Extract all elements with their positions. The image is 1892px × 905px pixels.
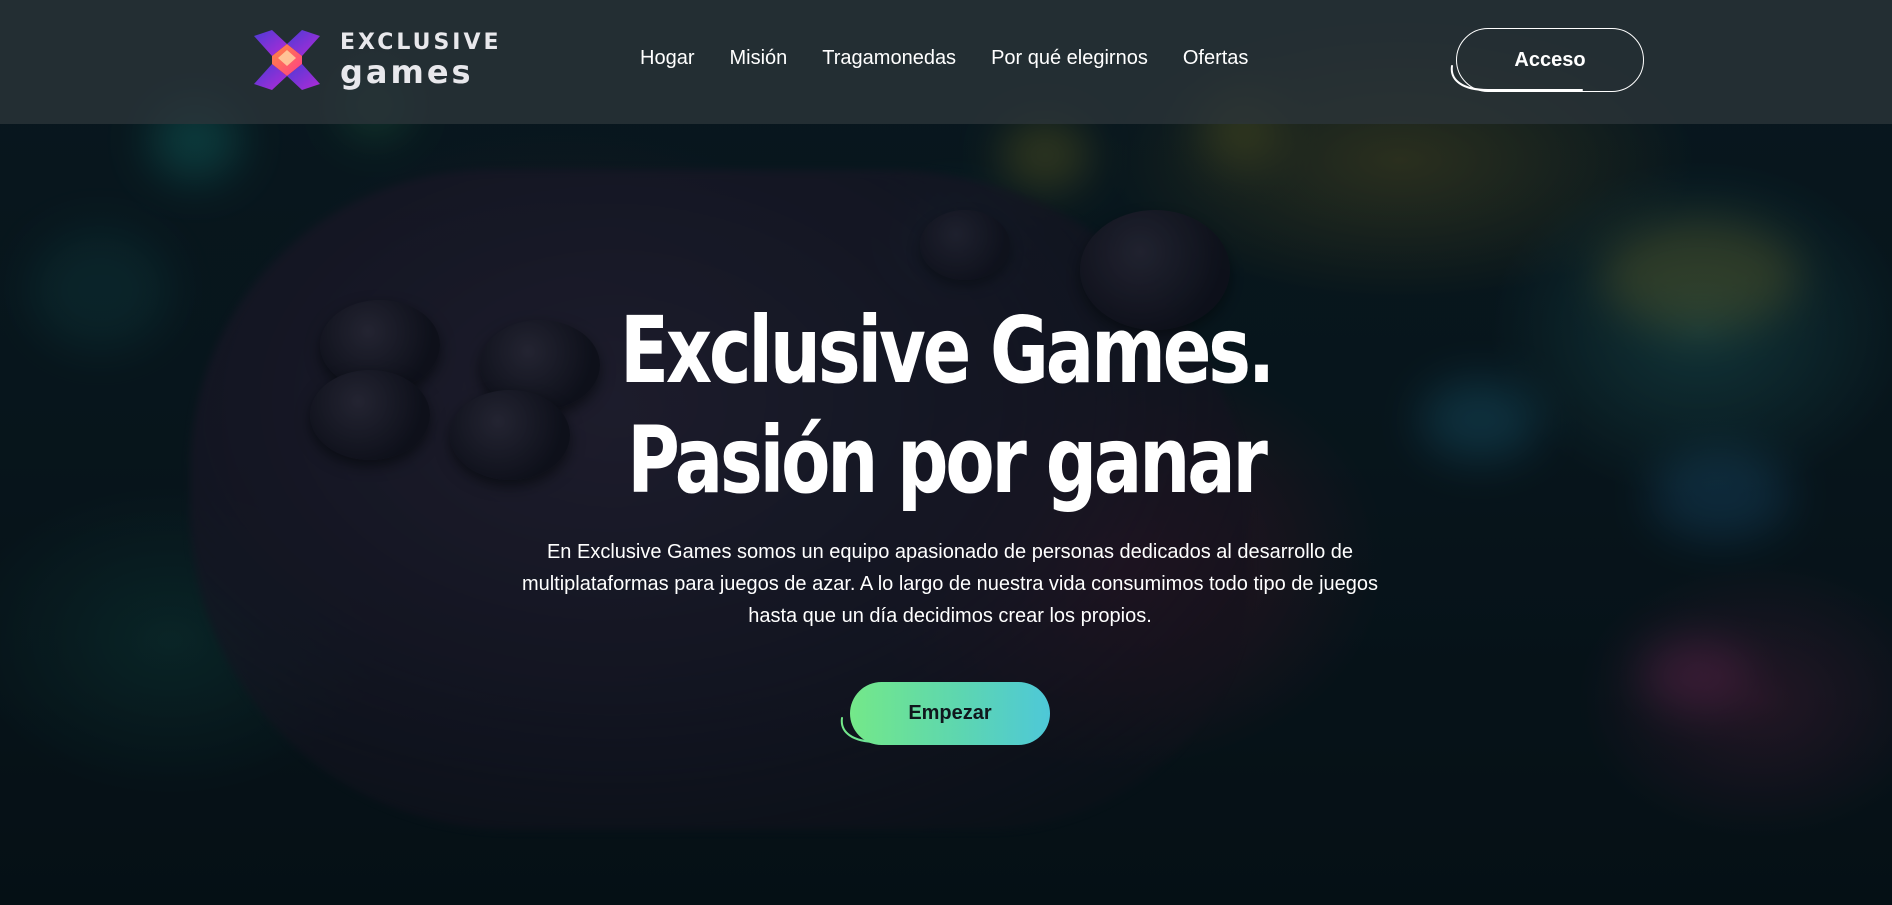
nav-item-ofertas[interactable]: Ofertas bbox=[1183, 47, 1249, 70]
login-button[interactable]: Acceso bbox=[1456, 28, 1644, 92]
brand-logo[interactable]: EXCLUSIVE games bbox=[250, 30, 502, 90]
nav-item-por-que-elegirnos[interactable]: Por qué elegirnos bbox=[991, 47, 1148, 70]
cube-x-logo-icon bbox=[254, 30, 320, 90]
hero-description: En Exclusive Games somos un equipo apasi… bbox=[521, 541, 1379, 627]
login-button-wrapper: Acceso bbox=[1448, 28, 1648, 108]
logo-wordmark-top: EXCLUSIVE bbox=[340, 30, 502, 55]
hero-title: Exclusive Games. Pasión por ganar bbox=[208, 296, 1684, 516]
nav-item-tragamonedas[interactable]: Tragamonedas bbox=[822, 47, 956, 70]
landing-page: EXCLUSIVE games Hogar Misión Tragamoneda… bbox=[0, 0, 1892, 905]
hero-title-line-1: Exclusive Games. bbox=[619, 297, 1275, 404]
start-button[interactable]: Empezar bbox=[850, 682, 1050, 745]
hero-title-line-2: Pasión por ganar bbox=[627, 407, 1268, 514]
site-header: EXCLUSIVE games Hogar Misión Tragamoneda… bbox=[0, 0, 1892, 124]
main-nav: Hogar Misión Tragamonedas Por qué elegir… bbox=[640, 47, 1248, 70]
nav-item-mision[interactable]: Misión bbox=[729, 47, 787, 70]
cta-button-wrapper: Empezar bbox=[838, 680, 1058, 760]
nav-item-hogar[interactable]: Hogar bbox=[640, 47, 694, 70]
logo-wordmark-bottom: games bbox=[340, 53, 474, 91]
